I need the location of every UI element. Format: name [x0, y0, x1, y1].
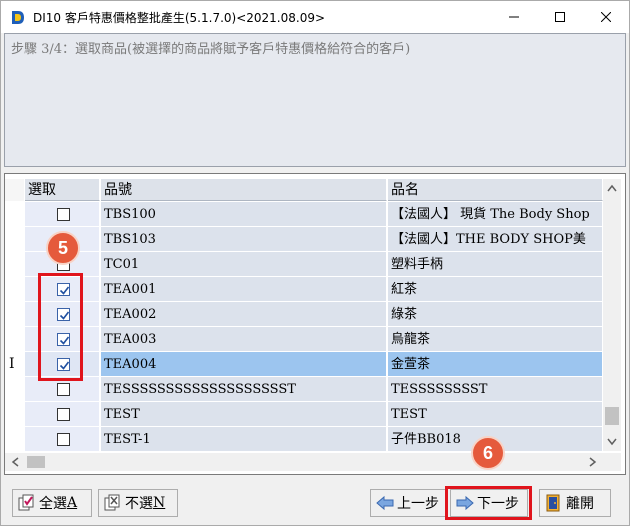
- close-button[interactable]: [583, 1, 629, 33]
- horizontal-scroll-thumb[interactable]: [27, 456, 45, 468]
- table-row[interactable]: TEA002 綠茶: [5, 302, 603, 327]
- product-code-cell[interactable]: TBS100: [101, 202, 387, 227]
- table-row[interactable]: TEST TEST: [5, 402, 603, 427]
- step-badge-5: 5: [46, 231, 80, 265]
- close-icon: [601, 12, 611, 22]
- table-row[interactable]: TEA001 紅茶: [5, 277, 603, 302]
- table-row[interactable]: I TEA004 金萱茶: [5, 352, 603, 377]
- scroll-down-icon[interactable]: [607, 438, 617, 446]
- product-name-cell[interactable]: 【法國人】THE BODY SHOP美: [388, 227, 603, 252]
- product-name-cell[interactable]: TEST: [388, 402, 603, 427]
- select-all-icon: [18, 494, 34, 511]
- row-indicator: [5, 327, 24, 352]
- select-cell: [25, 202, 100, 227]
- row-indicator: I: [5, 352, 24, 377]
- select-cell: [25, 402, 100, 427]
- select-none-hotkey: N: [153, 495, 166, 511]
- exit-door-icon: [546, 494, 560, 512]
- horizontal-scrollbar[interactable]: [5, 453, 603, 471]
- select-none-label: 不選: [125, 496, 153, 512]
- table-row[interactable]: TEST-1 子件BB018: [5, 427, 603, 451]
- table-row[interactable]: TBS103 【法國人】THE BODY SHOP美: [5, 227, 603, 252]
- arrow-left-icon: [376, 495, 394, 511]
- vertical-scroll-thumb[interactable]: [605, 407, 619, 425]
- checkbox-highlight-box: [38, 273, 83, 381]
- previous-step-button[interactable]: 上一步: [370, 489, 446, 517]
- product-code-cell[interactable]: TEA004: [101, 352, 387, 377]
- table-row[interactable]: TEA003 烏龍茶: [5, 327, 603, 352]
- row-checkbox[interactable]: [57, 383, 70, 396]
- exit-label: 離開: [566, 496, 594, 512]
- product-code-cell[interactable]: TEST-1: [101, 427, 387, 451]
- vertical-scrollbar[interactable]: [603, 179, 621, 451]
- row-checkbox[interactable]: [57, 433, 70, 446]
- row-checkbox[interactable]: [57, 408, 70, 421]
- product-name-cell[interactable]: TESSSSSSSST: [388, 377, 603, 402]
- select-all-label: 全選: [39, 496, 67, 512]
- product-code-cell[interactable]: TBS103: [101, 227, 387, 252]
- main-window: DI10 客戶特惠價格整批產生(5.1.7.0)<2021.08.09> 步驟 …: [0, 0, 630, 526]
- row-indicator: [5, 302, 24, 327]
- select-none-icon: [104, 494, 120, 511]
- product-name-cell[interactable]: 綠茶: [388, 302, 603, 327]
- row-indicator: [5, 377, 24, 402]
- row-indicator: [5, 402, 24, 427]
- scroll-left-icon[interactable]: [11, 457, 19, 467]
- row-checkbox[interactable]: [57, 208, 70, 221]
- scroll-right-icon[interactable]: [589, 457, 597, 467]
- table-row[interactable]: TBS100 【法國人】 現貨 The Body Shop: [5, 202, 603, 227]
- window-title: DI10 客戶特惠價格整批產生(5.1.7.0)<2021.08.09>: [33, 11, 326, 25]
- row-indicator: [5, 202, 24, 227]
- table-row[interactable]: TESSSSSSSSSSSSSSSSSSST TESSSSSSSST: [5, 377, 603, 402]
- product-code-cell[interactable]: TEST: [101, 402, 387, 427]
- product-name-cell[interactable]: 烏龍茶: [388, 327, 603, 352]
- product-name-cell[interactable]: 金萱茶: [388, 352, 603, 377]
- exit-button[interactable]: 離開: [539, 489, 611, 517]
- product-name-cell[interactable]: 紅茶: [388, 277, 603, 302]
- column-header-name[interactable]: 品名: [388, 179, 603, 201]
- select-all-button[interactable]: 全選 A: [12, 489, 92, 517]
- product-grid: 選取 品號 品名 TBS100 【法國人】 現貨 The Body Shop TBS…: [5, 179, 603, 451]
- minimize-icon: [509, 16, 519, 18]
- scroll-corner: [603, 453, 621, 471]
- row-indicator: [5, 277, 24, 302]
- select-cell: [25, 427, 100, 451]
- column-header-code[interactable]: 品號: [101, 179, 387, 201]
- row-indicator: [5, 227, 24, 252]
- app-logo-icon: [9, 9, 26, 26]
- product-name-cell[interactable]: 【法國人】 現貨 The Body Shop: [388, 202, 603, 227]
- row-indicator: [5, 427, 24, 451]
- column-header-select[interactable]: 選取: [25, 179, 100, 201]
- select-all-hotkey: A: [67, 495, 78, 511]
- step-badge-6: 6: [471, 436, 505, 470]
- product-code-cell[interactable]: TEA003: [101, 327, 387, 352]
- step-instruction-text: 步驟 3/4：選取商品(被選擇的商品將賦予客戶特惠價格給符合的客戶): [11, 42, 411, 57]
- product-code-cell[interactable]: TEA002: [101, 302, 387, 327]
- title-bar: DI10 客戶特惠價格整批產生(5.1.7.0)<2021.08.09>: [1, 1, 629, 33]
- product-code-cell[interactable]: TESSSSSSSSSSSSSSSSSSST: [101, 377, 387, 402]
- product-name-cell[interactable]: 塑料手柄: [388, 252, 603, 277]
- maximize-button[interactable]: [537, 1, 583, 33]
- product-code-cell[interactable]: TEA001: [101, 277, 387, 302]
- select-none-button[interactable]: 不選 N: [98, 489, 178, 517]
- minimize-button[interactable]: [491, 1, 537, 33]
- product-code-cell[interactable]: TC01: [101, 252, 387, 277]
- maximize-icon: [555, 12, 565, 22]
- row-indicator: [5, 252, 24, 277]
- grid-corner: [5, 179, 24, 201]
- next-button-highlight-box: [445, 486, 532, 520]
- step-instruction-panel: 步驟 3/4：選取商品(被選擇的商品將賦予客戶特惠價格給符合的客戶): [4, 33, 626, 167]
- table-row[interactable]: TC01 塑料手柄: [5, 252, 603, 277]
- scroll-up-icon[interactable]: [607, 184, 617, 192]
- previous-step-label: 上一步: [397, 496, 439, 512]
